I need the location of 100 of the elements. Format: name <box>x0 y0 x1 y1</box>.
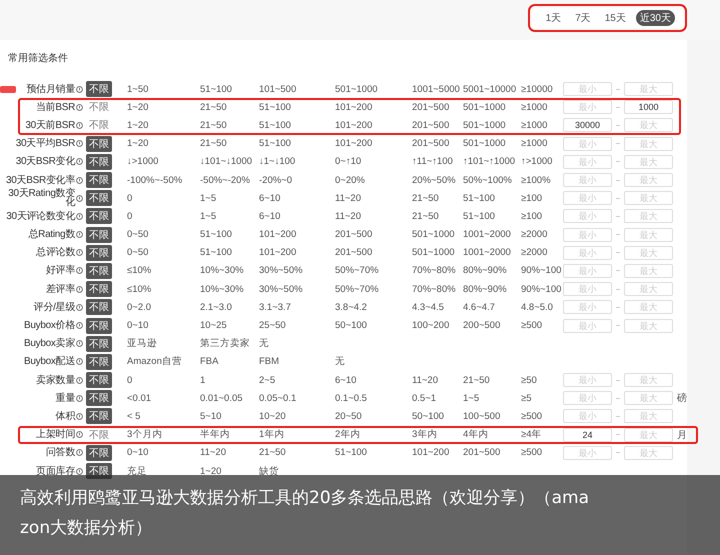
filter-option[interactable]: 101~200 <box>259 247 335 258</box>
any-option-tag[interactable]: 不限 <box>86 81 112 98</box>
filter-option[interactable]: 51~100 <box>200 84 259 95</box>
filter-option[interactable]: 501~1000 <box>463 120 521 131</box>
time-range-tab[interactable]: 近30天 <box>636 10 675 26</box>
time-range-tab[interactable]: 1天 <box>542 10 566 26</box>
filter-option[interactable]: 51~100 <box>259 102 335 113</box>
any-option-tag[interactable]: 不限 <box>86 444 112 461</box>
filter-option[interactable]: ≤10% <box>127 265 200 276</box>
help-icon[interactable] <box>76 394 83 402</box>
any-option-tag[interactable]: 不限 <box>86 244 112 261</box>
filter-option[interactable]: 70%~80% <box>412 265 463 276</box>
filter-option[interactable]: 51~100 <box>200 247 259 258</box>
filter-option[interactable]: -50%~-20% <box>200 174 259 186</box>
filter-option[interactable]: 501~1000 <box>463 102 521 113</box>
filter-option[interactable]: 5001~10000 <box>463 84 521 95</box>
filter-option[interactable]: 51~100 <box>463 210 521 222</box>
filter-option[interactable]: 101~200 <box>335 120 412 131</box>
filter-option[interactable]: 0.1~0.5 <box>335 392 412 404</box>
filter-option[interactable]: 1~5 <box>200 210 259 222</box>
filter-option[interactable]: 4.8~5.0 <box>521 302 563 313</box>
any-option-tag[interactable]: 不限 <box>86 208 112 224</box>
filter-option[interactable]: 201~500 <box>412 102 463 113</box>
help-icon[interactable] <box>76 412 83 420</box>
filter-option[interactable]: ≥2000 <box>521 247 563 258</box>
filter-option[interactable]: < 5 <box>127 410 200 422</box>
filter-option[interactable]: 20~50 <box>335 410 412 422</box>
filter-option[interactable]: 3.1~3.7 <box>259 302 335 313</box>
filter-option[interactable]: 201~500 <box>463 447 521 458</box>
filter-option[interactable]: 10%~30% <box>200 284 259 295</box>
filter-option[interactable]: 3个月内 <box>127 428 200 442</box>
help-icon[interactable] <box>76 267 83 274</box>
help-icon[interactable] <box>76 340 83 348</box>
filter-option[interactable]: 1~5 <box>200 192 259 204</box>
filter-option[interactable]: 6~10 <box>259 210 335 222</box>
filter-option[interactable]: 10~25 <box>200 320 259 332</box>
help-icon[interactable] <box>76 212 83 220</box>
filter-option[interactable]: 501~1000 <box>412 229 463 240</box>
filter-option[interactable]: 50~100 <box>412 410 463 422</box>
filter-option[interactable]: ↓1~↓100 <box>259 156 335 168</box>
any-option-tag[interactable]: 不限 <box>86 281 112 298</box>
filter-option[interactable]: 4.3~4.5 <box>412 302 463 313</box>
filter-option[interactable]: ≤10% <box>127 284 200 295</box>
any-option-tag[interactable]: 不限 <box>86 299 112 316</box>
filter-option[interactable]: 0~2.0 <box>127 302 200 313</box>
filter-option[interactable]: 50%~70% <box>335 265 412 276</box>
filter-option[interactable]: 21~50 <box>412 210 463 222</box>
filter-option[interactable]: 1 <box>200 374 259 386</box>
any-option-tag[interactable]: 不限 <box>86 117 112 134</box>
help-icon[interactable] <box>76 158 83 166</box>
filter-option[interactable]: 1年内 <box>259 428 335 442</box>
any-option-tag[interactable]: 不限 <box>86 172 112 188</box>
filter-option[interactable]: 51~100 <box>259 120 335 131</box>
filter-option[interactable]: ≥500 <box>521 320 563 332</box>
filter-option[interactable]: 501~1000 <box>412 247 463 258</box>
any-option-tag[interactable]: 不限 <box>86 336 112 352</box>
filter-option[interactable]: 1~5 <box>463 392 521 404</box>
filter-option[interactable]: 11~20 <box>335 210 412 222</box>
filter-option[interactable]: 亚马逊 <box>127 337 200 350</box>
filter-option[interactable]: 50%~100% <box>463 174 521 186</box>
filter-option[interactable]: 50~100 <box>335 320 412 332</box>
filter-option[interactable]: ↑101~↑1000 <box>463 156 521 168</box>
min-field[interactable]: 24 <box>563 428 612 442</box>
help-icon[interactable] <box>76 176 83 184</box>
filter-option[interactable]: 80%~90% <box>463 265 521 276</box>
filter-option[interactable]: 1001~2000 <box>463 247 521 258</box>
filter-option[interactable]: 0.05~0.1 <box>259 392 335 404</box>
any-option-tag[interactable]: 不限 <box>86 372 112 388</box>
help-icon[interactable] <box>76 304 83 311</box>
filter-option[interactable]: 101~200 <box>335 138 412 150</box>
filter-option[interactable]: 1001~2000 <box>463 229 521 240</box>
filter-option[interactable]: 80%~90% <box>463 284 521 295</box>
filter-option[interactable]: ≥5 <box>521 392 563 404</box>
filter-option[interactable]: 0~10 <box>127 447 200 458</box>
filter-option[interactable]: ≥500 <box>521 410 563 422</box>
filter-option[interactable]: 1~20 <box>127 102 200 113</box>
filter-option[interactable]: 70%~80% <box>412 284 463 295</box>
filter-option[interactable]: 2~5 <box>259 374 335 386</box>
help-icon[interactable] <box>76 286 83 293</box>
filter-option[interactable]: 51~100 <box>463 192 521 204</box>
filter-option[interactable]: 5~10 <box>200 410 259 422</box>
filter-option[interactable]: 201~500 <box>412 120 463 131</box>
any-option-tag[interactable]: 不限 <box>86 426 112 443</box>
filter-option[interactable]: Amazon自营 <box>127 355 200 368</box>
filter-option[interactable]: 第三方卖家 <box>200 337 259 350</box>
help-icon[interactable] <box>76 104 83 111</box>
filter-option[interactable]: 501~1000 <box>463 138 521 150</box>
filter-option[interactable]: 1~20 <box>200 466 259 477</box>
filter-option[interactable]: 101~200 <box>259 229 335 240</box>
filter-option[interactable]: -20%~0 <box>259 174 335 186</box>
filter-option[interactable]: 10~20 <box>259 410 335 422</box>
filter-option[interactable]: 100~500 <box>463 410 521 422</box>
filter-option[interactable]: 4年内 <box>463 428 521 442</box>
help-icon[interactable] <box>76 140 83 148</box>
filter-option[interactable]: <0.01 <box>127 392 200 404</box>
filter-option[interactable]: 0 <box>127 374 200 386</box>
filter-option[interactable]: 0~10 <box>127 320 200 332</box>
help-icon[interactable] <box>76 194 83 202</box>
any-option-tag[interactable]: 不限 <box>86 190 112 206</box>
filter-option[interactable]: 无 <box>335 355 412 368</box>
